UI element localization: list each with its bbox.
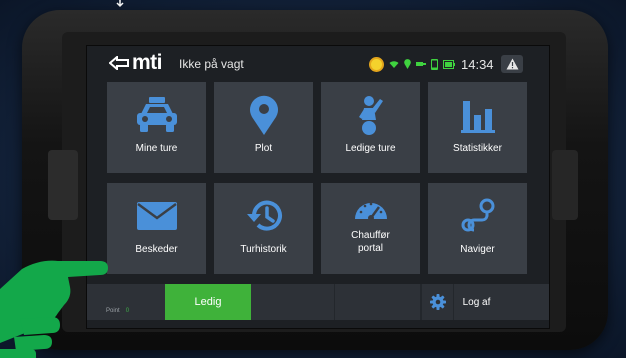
envelope-icon xyxy=(136,202,177,230)
sun-icon xyxy=(369,56,384,72)
tile-label: Beskeder xyxy=(135,244,178,255)
tile-label: Plot xyxy=(254,143,273,154)
bar-chart-icon xyxy=(460,101,495,133)
warning-icon xyxy=(506,58,518,70)
tile-statistikker[interactable]: Statistikker xyxy=(428,82,527,173)
bottom-bar: Point 0 Ledig Log af xyxy=(87,284,549,320)
status-ledig-button[interactable]: Ledig xyxy=(165,284,251,320)
tile-plot[interactable]: Plot xyxy=(214,82,313,173)
phone-icon xyxy=(431,58,438,70)
settings-button[interactable] xyxy=(421,284,453,320)
tile-ledige-ture[interactable]: Ledige ture xyxy=(321,82,420,173)
tile-turhistorik[interactable]: Turhistorik xyxy=(214,183,313,274)
duty-status: Ikke på vagt xyxy=(179,57,244,71)
cursor-mark xyxy=(116,0,124,8)
status-bar: mti Ikke på vagt 14:34 xyxy=(87,46,549,80)
speedometer-icon xyxy=(354,202,387,221)
tile-mine-ture[interactable]: Mine ture xyxy=(107,82,206,173)
logout-button[interactable]: Log af xyxy=(453,284,499,320)
tile-label: Chauffør portal xyxy=(351,230,390,254)
gear-icon xyxy=(429,294,446,310)
clock: 14:34 xyxy=(461,56,494,72)
menu-grid: Mine ture Plot Ledige ture Statistikker … xyxy=(107,82,529,276)
points-value: 0 xyxy=(125,308,130,314)
tile-naviger[interactable]: Naviger xyxy=(428,183,527,274)
plug-icon xyxy=(416,62,426,66)
hailing-person-icon xyxy=(358,96,383,135)
tile-beskeder[interactable]: Beskeder xyxy=(107,183,206,274)
mti-logo: mti xyxy=(109,51,163,74)
tile-label: Turhistorik xyxy=(240,244,287,255)
wifi-icon xyxy=(389,60,399,68)
logo-text: mti xyxy=(132,51,163,74)
tile-label: Ledige ture xyxy=(345,143,396,154)
location-pin-icon xyxy=(404,59,411,69)
location-pin-icon xyxy=(249,95,278,135)
status-icons: 14:34 xyxy=(369,55,494,73)
warning-button[interactable] xyxy=(501,55,523,73)
history-icon xyxy=(246,200,282,231)
mount-right xyxy=(552,150,578,220)
tile-label: Statistikker xyxy=(453,143,502,154)
bottom-slot-2 xyxy=(335,284,421,320)
taxi-icon xyxy=(136,97,177,132)
app-screen: mti Ikke på vagt 14:34 Mine ture Plot Le… xyxy=(87,46,549,328)
pointing-hand-icon xyxy=(0,260,108,358)
tile-chauffoer-portal[interactable]: Chauffør portal xyxy=(321,183,420,274)
mount-left xyxy=(48,150,78,220)
route-icon xyxy=(461,198,494,232)
logo-arrow-icon xyxy=(109,56,129,70)
battery-icon xyxy=(443,59,455,69)
tile-label: Naviger xyxy=(460,244,495,255)
tile-label: Mine ture xyxy=(135,143,178,154)
bottom-slot-1 xyxy=(251,284,335,320)
